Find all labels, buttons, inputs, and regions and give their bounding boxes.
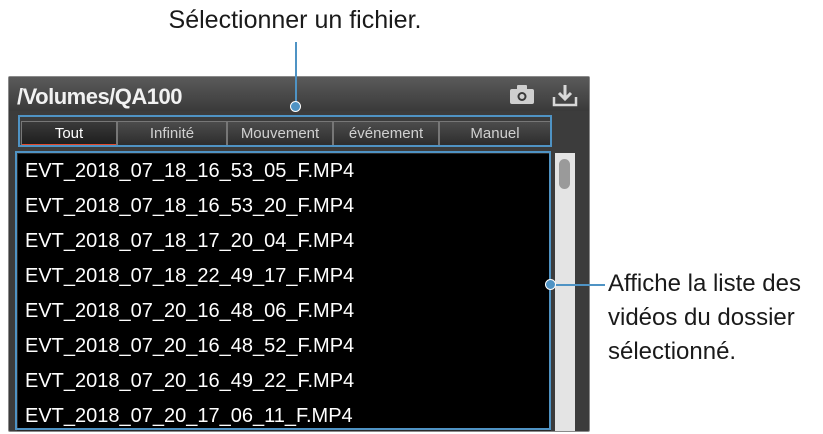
callout-leader-line bbox=[295, 42, 297, 104]
tab-tout[interactable]: Tout bbox=[21, 121, 117, 147]
callout-line: sélectionné. bbox=[608, 338, 737, 365]
callout-line: Affiche la liste des bbox=[608, 270, 801, 297]
list-highlight-border bbox=[15, 428, 551, 430]
tab-mouvement[interactable]: Mouvement bbox=[227, 121, 333, 147]
file-list-item[interactable]: EVT_2018_07_18_16_53_20_F.MP4 bbox=[18, 189, 550, 224]
callout-dot bbox=[290, 101, 301, 112]
file-list-item[interactable]: EVT_2018_07_18_17_20_04_F.MP4 bbox=[18, 224, 550, 259]
category-tabs: Tout Infinité Mouvement événement Manuel bbox=[21, 121, 551, 147]
file-browser-window: /Volumes/QA100 Tout Infinité Mouvement é… bbox=[8, 76, 590, 432]
list-highlight-border bbox=[15, 151, 551, 153]
file-list-item[interactable]: EVT_2018_07_18_22_49_17_F.MP4 bbox=[18, 259, 550, 294]
file-list-item[interactable]: EVT_2018_07_20_17_06_11_F.MP4 bbox=[18, 399, 550, 430]
file-list-item[interactable]: EVT_2018_07_20_16_48_52_F.MP4 bbox=[18, 329, 550, 364]
tab-evenement[interactable]: événement bbox=[333, 121, 439, 147]
callout-line: vidéos du dossier bbox=[608, 304, 795, 331]
file-list-item[interactable]: EVT_2018_07_20_16_49_22_F.MP4 bbox=[18, 364, 550, 399]
scrollbar-thumb[interactable] bbox=[559, 159, 570, 189]
list-highlight-border bbox=[15, 151, 17, 430]
callout-file-list-description: Affiche la liste des vidéos du dossier s… bbox=[608, 267, 820, 369]
callout-select-file: Sélectionner un fichier. bbox=[168, 6, 422, 34]
folder-path-title: /Volumes/QA100 bbox=[17, 84, 183, 109]
callout-leader-line bbox=[551, 284, 605, 286]
tab-infinite[interactable]: Infinité bbox=[117, 121, 227, 147]
tabs-highlight-border bbox=[18, 115, 552, 117]
download-icon[interactable] bbox=[551, 83, 578, 107]
file-list-item[interactable]: EVT_2018_07_18_16_53_05_F.MP4 bbox=[18, 154, 550, 189]
list-highlight-border bbox=[549, 151, 551, 430]
tabs-highlight-border bbox=[18, 145, 552, 147]
file-list: EVT_2018_07_18_16_53_05_F.MP4 EVT_2018_0… bbox=[17, 153, 551, 431]
file-list-item[interactable]: EVT_2018_07_20_16_48_06_F.MP4 bbox=[18, 294, 550, 329]
callout-dot bbox=[545, 279, 556, 290]
tab-manuel[interactable]: Manuel bbox=[439, 121, 551, 147]
tabs-highlight-border bbox=[18, 115, 20, 147]
tabs-highlight-border bbox=[550, 115, 552, 147]
camera-icon[interactable] bbox=[509, 83, 535, 105]
scrollbar[interactable] bbox=[555, 153, 575, 431]
